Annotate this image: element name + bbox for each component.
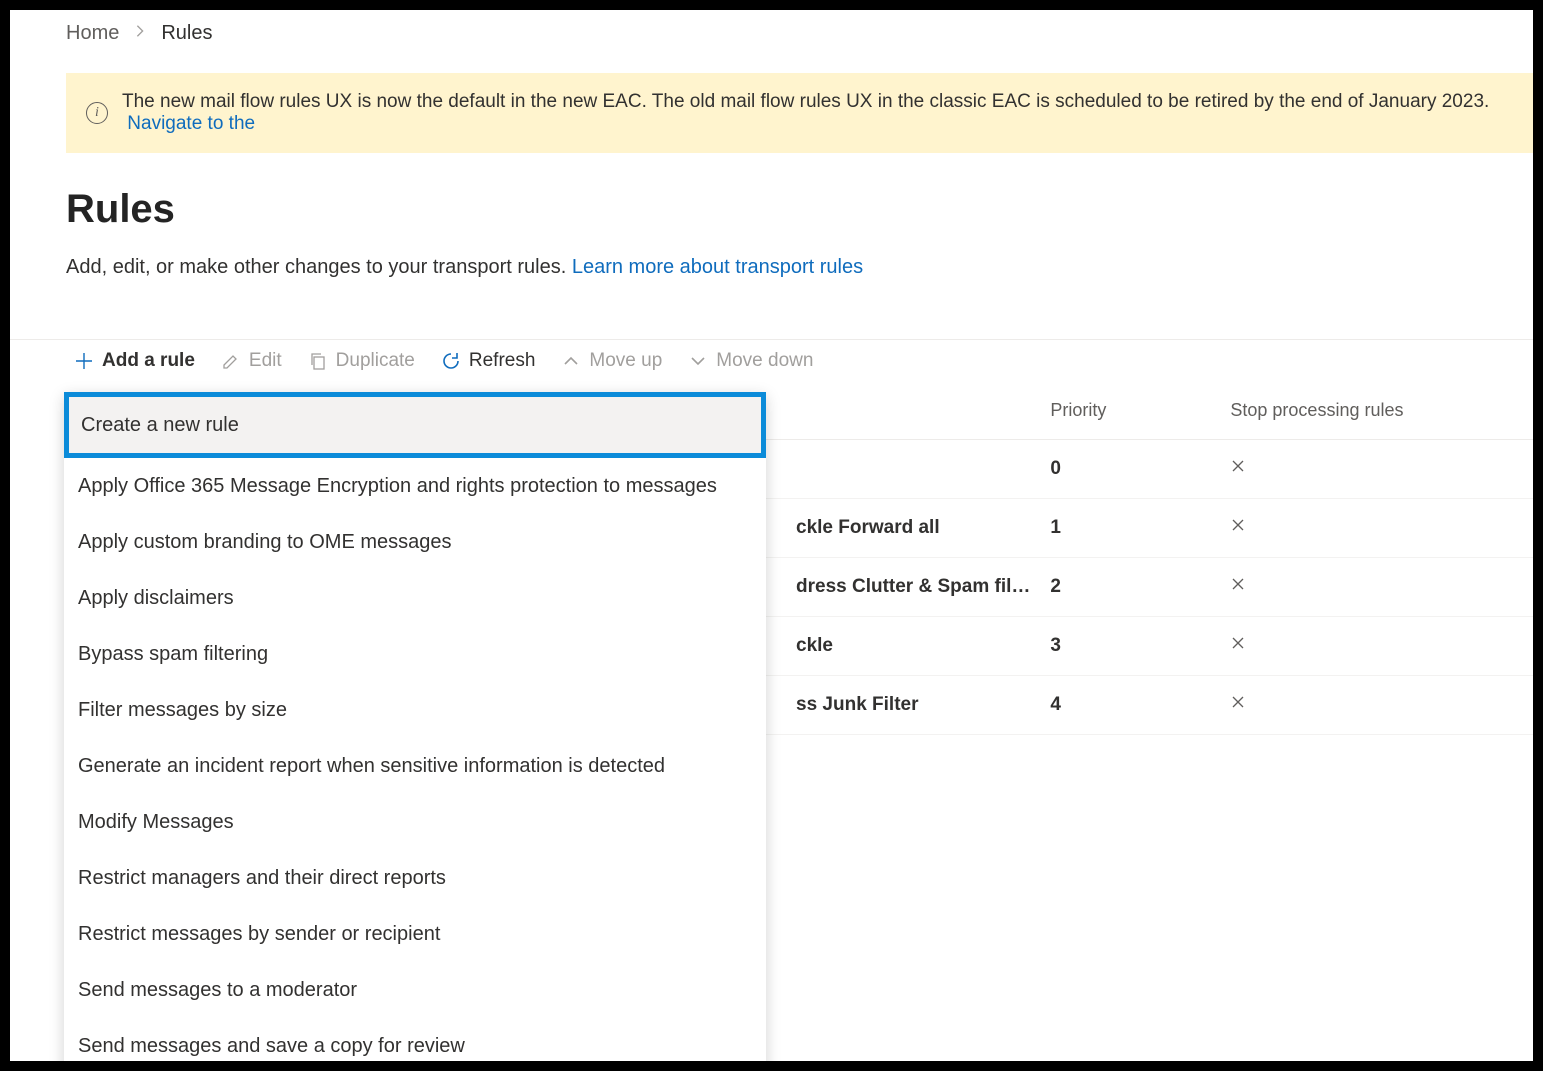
dropdown-item[interactable]: Create a new rule	[64, 392, 766, 458]
refresh-label: Refresh	[469, 350, 536, 372]
row-stop	[1220, 440, 1533, 499]
dropdown-item[interactable]: Send messages to a moderator	[64, 962, 766, 1018]
page-subtext: Add, edit, or make other changes to your…	[66, 256, 1533, 279]
close-icon	[1230, 458, 1250, 478]
row-priority: 4	[1040, 676, 1220, 735]
toolbar: Add a rule Edit Duplicate	[66, 340, 1533, 382]
move-down-button[interactable]: Move down	[688, 350, 813, 372]
refresh-icon	[441, 351, 461, 371]
chevron-up-icon	[561, 351, 581, 371]
row-priority: 3	[1040, 617, 1220, 676]
row-stop	[1220, 676, 1533, 735]
banner-text: The new mail flow rules UX is now the de…	[122, 91, 1489, 112]
chevron-down-icon	[688, 351, 708, 371]
dropdown-item[interactable]: Send messages and save a copy for review	[64, 1018, 766, 1061]
row-priority: 1	[1040, 499, 1220, 558]
move-up-button[interactable]: Move up	[561, 350, 662, 372]
dropdown-item[interactable]: Generate an incident report when sensiti…	[64, 738, 766, 794]
edit-label: Edit	[249, 350, 282, 372]
duplicate-button[interactable]: Duplicate	[308, 350, 415, 372]
close-icon	[1230, 635, 1250, 655]
copy-icon	[308, 351, 328, 371]
dropdown-item[interactable]: Filter messages by size	[64, 682, 766, 738]
chevron-right-icon	[133, 24, 147, 43]
breadcrumb: Home Rules	[66, 22, 1533, 45]
move-down-label: Move down	[716, 350, 813, 372]
add-rule-label: Add a rule	[102, 350, 195, 372]
row-priority: 2	[1040, 558, 1220, 617]
row-stop	[1220, 617, 1533, 676]
row-name: dress Clutter & Spam fil…	[786, 558, 1040, 617]
info-icon: i	[86, 102, 108, 124]
plus-icon	[74, 351, 94, 371]
dropdown-item[interactable]: Modify Messages	[64, 794, 766, 850]
dropdown-item[interactable]: Restrict messages by sender or recipient	[64, 906, 766, 962]
subtext-label: Add, edit, or make other changes to your…	[66, 256, 566, 278]
edit-button[interactable]: Edit	[221, 350, 282, 372]
learn-more-link[interactable]: Learn more about transport rules	[572, 256, 863, 278]
col-priority-header[interactable]: Priority	[1040, 382, 1220, 440]
dropdown-item[interactable]: Apply Office 365 Message Encryption and …	[64, 458, 766, 514]
dropdown-item[interactable]: Apply custom branding to OME messages	[64, 514, 766, 570]
row-name: ss Junk Filter	[786, 676, 1040, 735]
close-icon	[1230, 576, 1250, 596]
refresh-button[interactable]: Refresh	[441, 350, 536, 372]
close-icon	[1230, 694, 1250, 714]
dropdown-item[interactable]: Apply disclaimers	[64, 570, 766, 626]
pencil-icon	[221, 351, 241, 371]
row-name: ckle	[786, 617, 1040, 676]
dropdown-item[interactable]: Restrict managers and their direct repor…	[64, 850, 766, 906]
row-stop	[1220, 558, 1533, 617]
row-priority: 0	[1040, 440, 1220, 499]
breadcrumb-current: Rules	[161, 22, 212, 45]
row-name	[786, 440, 1040, 499]
dropdown-item[interactable]: Bypass spam filtering	[64, 626, 766, 682]
col-stop-header[interactable]: Stop processing rules	[1220, 382, 1533, 440]
close-icon	[1230, 517, 1250, 537]
row-stop	[1220, 499, 1533, 558]
breadcrumb-home[interactable]: Home	[66, 22, 119, 45]
move-up-label: Move up	[589, 350, 662, 372]
info-banner: i The new mail flow rules UX is now the …	[66, 73, 1533, 153]
add-rule-button[interactable]: Add a rule	[74, 350, 195, 372]
col-blank-header	[786, 382, 1040, 440]
duplicate-label: Duplicate	[336, 350, 415, 372]
page-title: Rules	[66, 187, 1533, 232]
add-rule-dropdown: Create a new ruleApply Office 365 Messag…	[64, 392, 766, 1061]
banner-link[interactable]: Navigate to the	[127, 113, 255, 134]
row-name: ckle Forward all	[786, 499, 1040, 558]
